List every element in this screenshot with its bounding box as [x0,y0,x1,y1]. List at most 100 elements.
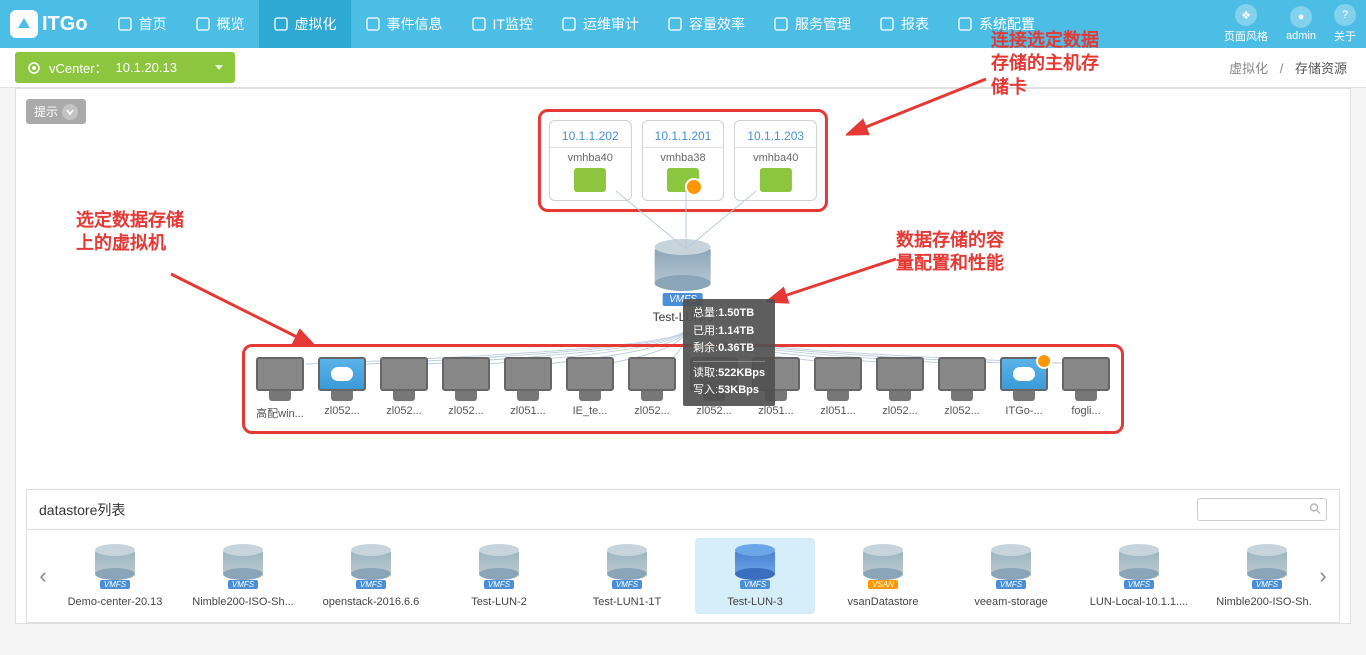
nav-right-help[interactable]: ?关于 [1334,4,1356,44]
datastore-tag: VMFS [1124,580,1154,589]
vm-name: zl052... [379,405,429,417]
breadcrumb-a[interactable]: 虚拟化 [1229,61,1268,76]
vm-monitor-icon [504,357,552,391]
vm-card-1[interactable]: zl052... [317,357,367,421]
user-icon: ● [1290,6,1312,28]
vm-name: IE_te... [565,405,615,417]
nav-item-2[interactable]: 虚拟化 [259,0,351,48]
vcenter-label: vCenter： [49,58,108,77]
nav-item-1[interactable]: 概览 [181,0,259,48]
vm-card-6[interactable]: zl052... [627,357,677,421]
datastore-list-body: ‹ VMFSDemo-center-20.13VMFSNimble200-ISO… [27,530,1339,622]
scroll-right-button[interactable]: › [1311,556,1335,596]
scroll-left-button[interactable]: ‹ [31,556,55,596]
host-hba: vmhba38 [655,152,712,164]
datastore-item-8[interactable]: VMFSLUN-Local-10.1.1.... [1079,538,1199,614]
datastore-cyl-icon [351,544,391,580]
breadcrumb-b: 存储资源 [1295,61,1347,76]
datastore-list-header: datastore列表 [27,490,1339,530]
datastore-items: VMFSDemo-center-20.13VMFSNimble200-ISO-S… [55,538,1311,614]
datastore-icon [655,239,711,291]
nav-item-5[interactable]: 运维审计 [547,0,653,48]
search-input[interactable] [1197,498,1327,521]
datastore-tag: VMFS [356,580,386,589]
datastore-tag: VMFS [484,580,514,589]
nav-item-3[interactable]: 事件信息 [351,0,457,48]
logo-icon [10,10,38,38]
host-hba: vmhba40 [562,152,619,164]
host-card-0[interactable]: 10.1.1.202vmhba40 [549,120,632,201]
datastore-cyl-icon [1247,544,1287,580]
host-card-1[interactable]: 10.1.1.201vmhba38 [642,120,725,201]
vm-monitor-icon [1000,357,1048,391]
vm-monitor-icon [566,357,614,391]
vm-card-9[interactable]: zl051... [813,357,863,421]
vm-name: zl051... [813,405,863,417]
datastore-item-7[interactable]: VMFSveeam-storage [951,538,1071,614]
vm-monitor-icon [628,357,676,391]
vm-card-11[interactable]: zl052... [937,357,987,421]
datastore-item-name: Nimble200-ISO-Sh... [1215,596,1311,608]
vm-card-3[interactable]: zl052... [441,357,491,421]
datastore-tooltip: 总量: 1.50TB已用: 1.14TB剩余: 0.36TB读取: 522KBp… [683,299,775,406]
vm-monitor-icon [876,357,924,391]
vm-monitor-icon [442,357,490,391]
nav-item-0[interactable]: 首页 [103,0,181,48]
datastore-item-9[interactable]: VMFS Nimble200-ISO-Sh... [1207,538,1311,614]
nav-right-style[interactable]: ❖页面风格 [1224,4,1268,44]
vm-name: zl052... [875,405,925,417]
vm-card-0[interactable]: 高配win... [255,357,305,421]
datastore-item-2[interactable]: VMFSopenstack-2016.6.6 [311,538,431,614]
datastore-item-5[interactable]: VMFSTest-LUN-3 [695,538,815,614]
annotation-capacity: 数据存储的容量配置和性能 [896,229,1004,276]
nav-icon [667,16,683,32]
top-nav: ITGo 首页概览虚拟化事件信息IT监控运维审计容量效率服务管理报表系统配置 ❖… [0,0,1366,48]
datastore-tag: VMFS [100,580,130,589]
vm-name: 高配win... [255,405,305,421]
nav-right-user[interactable]: ●admin [1286,6,1316,42]
host-card-2[interactable]: 10.1.1.203vmhba40 [734,120,817,201]
nav-item-6[interactable]: 容量效率 [653,0,759,48]
vm-card-12[interactable]: ITGo-... [999,357,1049,421]
datastore-item-4[interactable]: VMFSTest-LUN1-1T [567,538,687,614]
datastore-item-name: Demo-center-20.13 [63,596,167,608]
datastore-cyl-icon [991,544,1031,580]
nav-icon [365,16,381,32]
vcenter-selector[interactable]: vCenter： 10.1.20.13 [15,52,235,83]
main-panel: 提示 连接选定数据存储的主机存储卡 选定数据存储上的虚拟机 数据存储的容量配置和… [15,88,1351,624]
vm-card-2[interactable]: zl052... [379,357,429,421]
host-ip: 10.1.1.203 [747,129,804,143]
vm-monitor-icon [318,357,366,391]
vm-card-10[interactable]: zl052... [875,357,925,421]
logo-text: ITGo [42,13,88,36]
datastore-item-name: vsanDatastore [831,596,935,608]
datastore-item-3[interactable]: VMFSTest-LUN-2 [439,538,559,614]
datastore-cyl-icon [735,544,775,580]
nav-item-8[interactable]: 报表 [865,0,943,48]
vm-card-5[interactable]: IE_te... [565,357,615,421]
datastore-item-0[interactable]: VMFS Demo-center-20.13 [55,538,175,614]
logo[interactable]: ITGo [10,10,88,38]
hba-icon [667,168,699,192]
datastore-item-1[interactable]: VMFSNimble200-ISO-Sh... [183,538,303,614]
vm-name: zl052... [689,405,739,417]
datastore-cyl-icon [1119,544,1159,580]
vm-name: zl052... [441,405,491,417]
nav-item-4[interactable]: IT监控 [457,0,547,48]
nav-item-7[interactable]: 服务管理 [759,0,865,48]
datastore-cyl-icon [479,544,519,580]
vm-card-13[interactable]: fogli... [1061,357,1111,421]
datastore-item-6[interactable]: VSANvsanDatastore [823,538,943,614]
vm-card-4[interactable]: zl051... [503,357,553,421]
annotation-hosts: 连接选定数据存储的主机存储卡 [991,29,1099,99]
vm-name: ITGo-... [999,405,1049,417]
hba-icon [760,168,792,192]
vcenter-icon [27,61,41,75]
datastore-tag: VMFS [740,580,770,589]
nav-icon [273,16,289,32]
datastore-tag: VMFS [1252,580,1282,589]
nav-icon [957,16,973,32]
hosts-box: 10.1.1.202vmhba4010.1.1.201vmhba3810.1.1… [538,109,828,212]
search-icon[interactable] [1309,502,1321,517]
vm-monitor-icon [814,357,862,391]
